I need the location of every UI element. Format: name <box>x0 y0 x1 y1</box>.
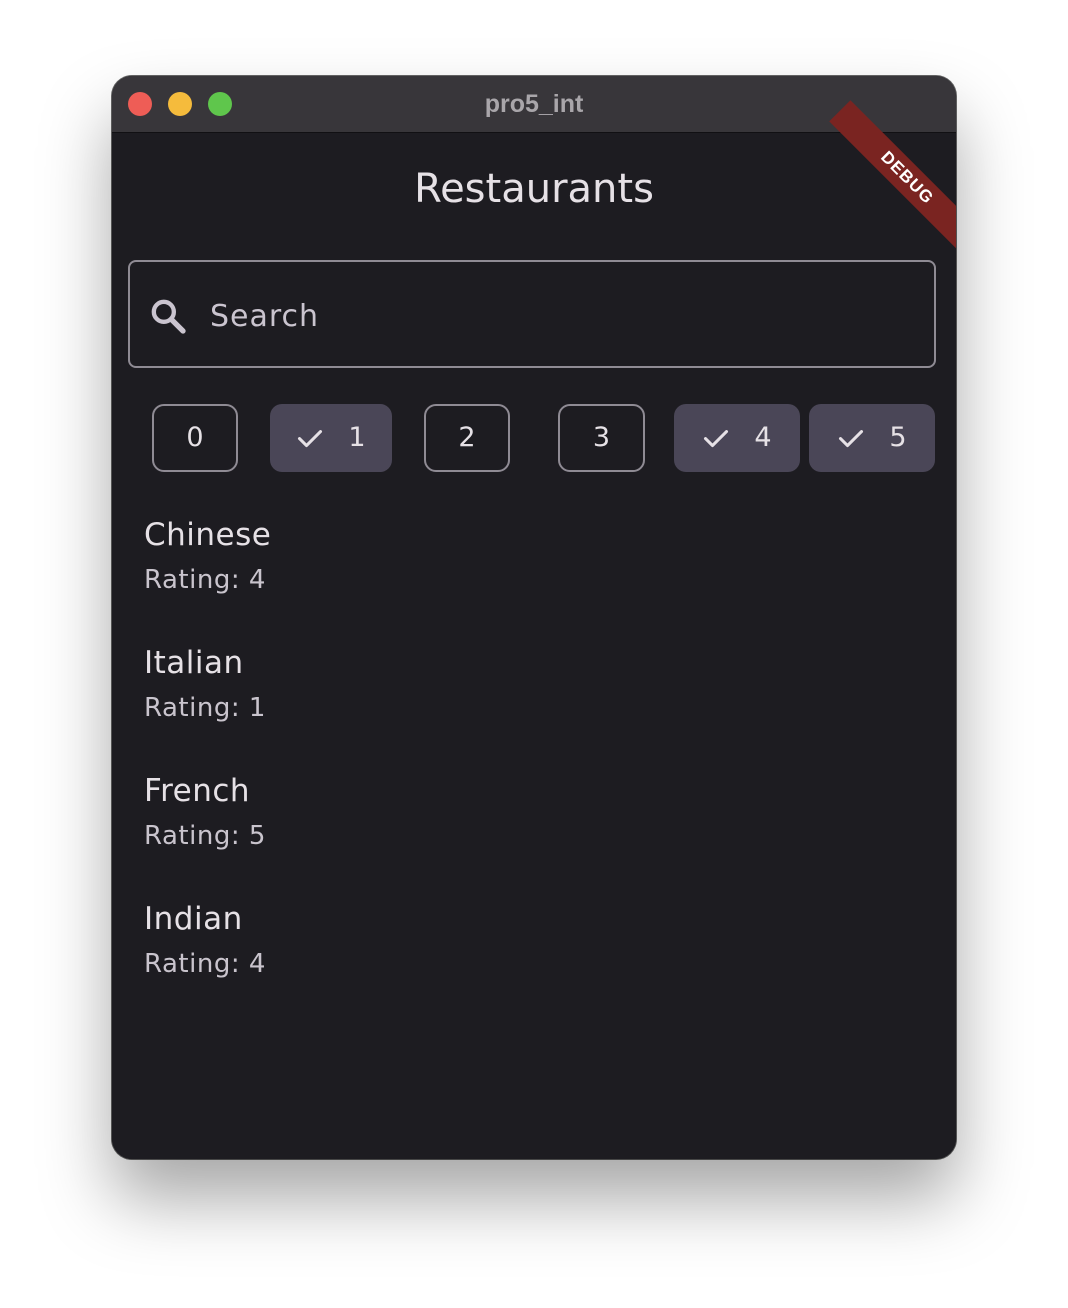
chip-label: 2 <box>458 422 476 453</box>
chip-label: 4 <box>754 422 772 453</box>
rating-filter-chip-5[interactable]: 5 <box>809 404 935 472</box>
chip-label: 1 <box>348 422 366 453</box>
chip-label: 3 <box>592 422 611 453</box>
restaurant-list-item[interactable]: Indian Rating: 4 <box>144 899 266 981</box>
restaurant-name: Chinese <box>144 517 272 553</box>
restaurant-rating: Rating: 1 <box>144 693 266 723</box>
search-input[interactable] <box>208 290 912 342</box>
search-field[interactable] <box>128 260 936 368</box>
rating-filter-chip-4[interactable]: 4 <box>674 404 800 472</box>
restaurant-rating: Rating: 5 <box>144 821 266 851</box>
rating-filter-chip-2[interactable]: 2 <box>424 404 510 472</box>
restaurant-list-item[interactable]: Chinese Rating: 4 <box>144 515 271 597</box>
restaurant-list-item[interactable]: French Rating: 5 <box>144 771 266 853</box>
rating-filter-chip-1[interactable]: 1 <box>270 404 392 472</box>
rating-filter-chip-3[interactable]: 3 <box>558 404 645 472</box>
window-titlebar[interactable]: pro5_int <box>112 76 956 133</box>
restaurant-name: Indian <box>144 901 243 937</box>
check-icon <box>839 430 864 448</box>
check-icon <box>298 430 323 448</box>
restaurant-name: Italian <box>144 645 244 681</box>
search-icon <box>151 299 186 334</box>
restaurant-list-item[interactable]: Italian Rating: 1 <box>144 643 266 725</box>
window-title: pro5_int <box>484 90 584 118</box>
restaurant-rating: Rating: 4 <box>144 949 266 979</box>
rating-filter-chip-0[interactable]: 0 <box>152 404 238 472</box>
chip-label: 5 <box>889 422 907 453</box>
app-content: DEBUG Restaurants 0 1 2 3 <box>112 100 956 1159</box>
restaurant-name: French <box>144 773 251 809</box>
chip-label: 0 <box>186 422 204 453</box>
app-window: pro5_int DEBUG Restaurants 0 1 2 3 <box>112 76 956 1159</box>
restaurant-rating: Rating: 4 <box>144 565 266 595</box>
check-icon <box>704 430 729 448</box>
page-title: Restaurants <box>414 166 654 212</box>
